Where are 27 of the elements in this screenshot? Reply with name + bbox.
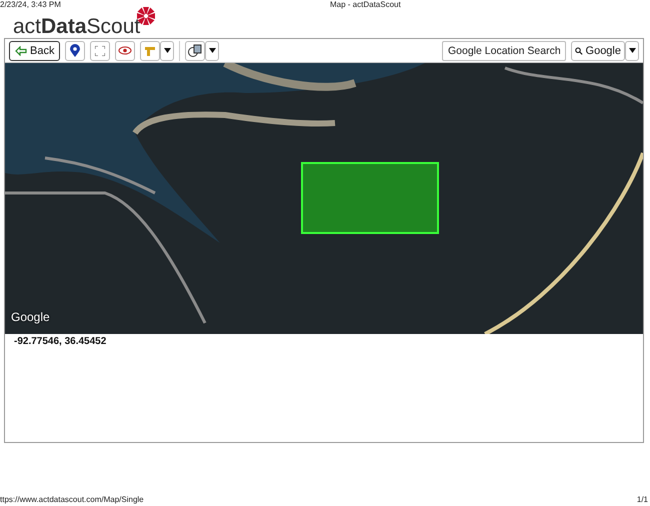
eye-button[interactable] xyxy=(115,40,136,60)
caret-icon xyxy=(628,48,636,53)
map-attribution: Google xyxy=(11,310,50,324)
eye-icon xyxy=(118,46,132,55)
logo-wordmark: actDataScout xyxy=(13,16,140,38)
caret-icon xyxy=(208,48,216,53)
layers-icon xyxy=(188,44,202,58)
back-button[interactable]: Back xyxy=(9,40,60,60)
print-date: 2/23/24, 3:43 PM xyxy=(0,0,62,10)
tool-dropdown-button[interactable] xyxy=(160,40,174,60)
fullscreen-button[interactable] xyxy=(90,40,110,60)
back-arrow-icon xyxy=(15,46,27,56)
coordinates-text: -92.77546, 36.45452 xyxy=(13,335,108,349)
page-url: ttps://www.actdatascout.com/Map/Single xyxy=(0,495,144,504)
google-search-button[interactable]: Google xyxy=(571,40,625,60)
layers-dropdown-button[interactable] xyxy=(205,40,220,60)
signpost-icon xyxy=(144,44,156,56)
layers-button[interactable] xyxy=(185,40,206,60)
map-pin-button[interactable] xyxy=(65,40,86,60)
search-icon xyxy=(575,46,583,56)
page-title: Map - actDataScout xyxy=(330,0,402,10)
fullscreen-icon xyxy=(95,46,106,56)
location-search-field[interactable]: Google Location Search xyxy=(442,40,566,60)
provider-dropdown-button[interactable] xyxy=(625,40,639,60)
page-number: 1/1 xyxy=(636,495,648,504)
caret-icon xyxy=(164,48,171,53)
map-pin-icon xyxy=(70,44,80,58)
